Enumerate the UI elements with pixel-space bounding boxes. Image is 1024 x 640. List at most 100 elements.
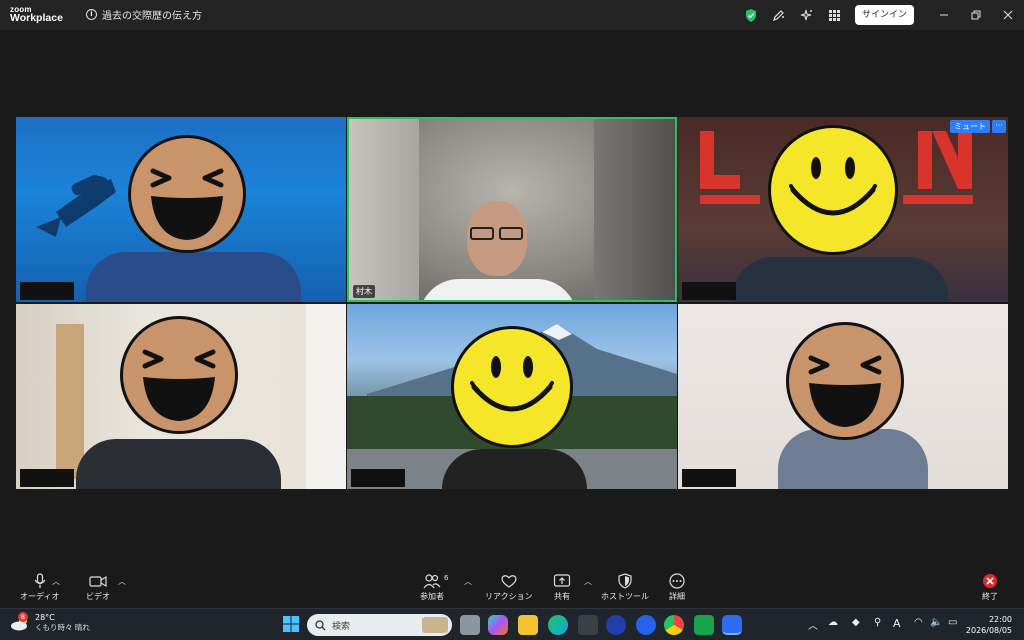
weather-text: くもり時々 晴れ	[35, 623, 90, 632]
end-x-icon	[983, 574, 997, 588]
laughing-face-sticker	[120, 316, 238, 434]
title-bar: zoom Workplace i 過去の交際歴の伝え方 サインイン	[0, 0, 1024, 30]
audio-label: オーディオ	[20, 592, 60, 601]
logo-bottom: Workplace	[10, 12, 63, 24]
participant-body	[86, 252, 301, 302]
minimize-button[interactable]	[928, 0, 960, 30]
mute-participant-button[interactable]: ミュート	[950, 120, 990, 133]
video-tile-3[interactable]: ミュート ···	[678, 117, 1008, 302]
name-tag-redacted	[351, 469, 405, 487]
video-camera-icon	[89, 575, 107, 588]
system-clock[interactable]: 22:00 2026/08/05	[966, 614, 1012, 636]
smiling-face-sticker	[451, 326, 573, 448]
details-label: 詳細	[669, 592, 685, 601]
zoom-logo: zoom Workplace	[10, 5, 63, 23]
tray-chevron-icon[interactable]: ︿	[808, 617, 818, 632]
clock-time: 22:00	[988, 615, 1012, 624]
meeting-info[interactable]: i 過去の交際歴の伝え方	[86, 7, 202, 22]
laughing-face-sticker	[786, 322, 904, 440]
host-tools-label: ホストツール	[601, 592, 649, 601]
video-tile-1[interactable]	[16, 117, 346, 302]
info-icon: i	[86, 9, 97, 20]
copilot-icon[interactable]	[488, 615, 508, 635]
task-view-icon[interactable]	[460, 615, 480, 635]
excel-icon[interactable]	[694, 615, 714, 635]
participant-body	[733, 257, 948, 302]
participants-label: 参加者	[420, 592, 444, 601]
apps-grid-icon[interactable]	[821, 0, 849, 30]
zoom-window: zoom Workplace i 過去の交際歴の伝え方 サインイン 村木 ミュー…	[0, 0, 1024, 640]
wifi-icon[interactable]: ◠	[914, 617, 923, 628]
participants-count: 6	[444, 574, 449, 582]
restore-button[interactable]	[960, 0, 992, 30]
store-icon[interactable]	[578, 615, 598, 635]
edge-browser-icon[interactable]	[548, 615, 568, 635]
search-icon	[315, 619, 326, 630]
name-tag-redacted	[682, 282, 736, 300]
dropbox-icon[interactable]: ◆	[852, 617, 860, 628]
ime-indicator[interactable]: A	[893, 617, 901, 630]
glasses-right	[499, 227, 523, 240]
video-gallery: 村木 ミュート ···	[16, 117, 1008, 489]
file-explorer-icon[interactable]	[518, 615, 538, 635]
weather-badge: 8	[18, 612, 28, 622]
annotate-pen-icon[interactable]	[765, 0, 793, 30]
name-tag-redacted	[20, 469, 74, 487]
participants-icon	[423, 574, 441, 589]
weather-widget[interactable]: 8 28°C くもり時々 晴れ	[10, 612, 90, 633]
participants-button[interactable]: 参加者	[420, 573, 444, 602]
taskbar-search[interactable]: 検索	[307, 614, 452, 636]
audio-options-chevron-icon[interactable]: ︿	[52, 576, 60, 587]
participant-name: 村木	[353, 285, 375, 298]
participant-body	[76, 439, 281, 489]
volume-icon[interactable]: 🔈	[930, 617, 942, 628]
battery-icon[interactable]: ▭	[948, 617, 957, 628]
name-tag-redacted	[682, 469, 736, 487]
video-tile-5[interactable]	[347, 304, 677, 489]
windows-taskbar: 8 28°C くもり時々 晴れ 検索 ︿ ☁ ◆ ⚲ A ◠ 🔈 ▭ 22:00…	[0, 608, 1024, 640]
video-tile-4[interactable]	[16, 304, 346, 489]
clock-date: 2026/08/05	[965, 626, 1012, 635]
shield-icon	[618, 573, 632, 589]
signin-button[interactable]: サインイン	[854, 5, 914, 25]
end-meeting-button[interactable]: 終了	[982, 573, 998, 602]
meeting-topic: 過去の交際歴の伝え方	[102, 11, 202, 22]
glasses-left	[470, 227, 494, 240]
weather-cloud-icon: 8	[10, 612, 30, 632]
video-options-chevron-icon[interactable]: ︿	[118, 576, 126, 587]
close-button[interactable]	[992, 0, 1024, 30]
search-placeholder: 検索	[332, 621, 351, 632]
help-icon[interactable]	[636, 615, 656, 635]
details-button[interactable]: 詳細	[668, 573, 686, 602]
smiling-face-sticker	[768, 125, 898, 255]
share-button[interactable]: 共有	[553, 573, 571, 602]
more-options-button[interactable]: ···	[992, 120, 1006, 133]
reactions-label: リアクション	[485, 592, 533, 601]
participant-body	[442, 449, 587, 489]
name-tag-redacted	[20, 282, 74, 300]
share-options-chevron-icon[interactable]: ︿	[584, 576, 592, 587]
video-tile-2-active-speaker[interactable]: 村木	[347, 117, 677, 302]
video-button[interactable]: ビデオ	[86, 573, 110, 602]
network-status-icon[interactable]: ⚲	[874, 617, 881, 628]
zoom-app-icon[interactable]	[722, 615, 742, 635]
ai-companion-sparkle-icon[interactable]	[793, 0, 821, 30]
windows-start-icon[interactable]	[282, 615, 302, 635]
more-dots-icon	[669, 573, 685, 589]
hp-icon[interactable]	[606, 615, 626, 635]
onedrive-icon[interactable]: ☁	[828, 617, 838, 628]
participants-options-chevron-icon[interactable]: ︿	[464, 576, 472, 587]
share-label: 共有	[554, 592, 570, 601]
security-shield-icon[interactable]	[737, 0, 765, 30]
participant-body	[419, 279, 577, 300]
video-label: ビデオ	[86, 592, 110, 601]
weather-temp: 28°C	[35, 613, 55, 622]
host-tools-button[interactable]: ホストツール	[601, 573, 649, 602]
video-tile-6[interactable]	[678, 304, 1008, 489]
reactions-button[interactable]: リアクション	[485, 573, 533, 602]
end-label: 終了	[982, 592, 998, 601]
chrome-icon[interactable]	[664, 615, 684, 635]
share-screen-icon	[553, 574, 571, 587]
microphone-icon	[34, 573, 46, 588]
heart-icon	[501, 575, 517, 588]
